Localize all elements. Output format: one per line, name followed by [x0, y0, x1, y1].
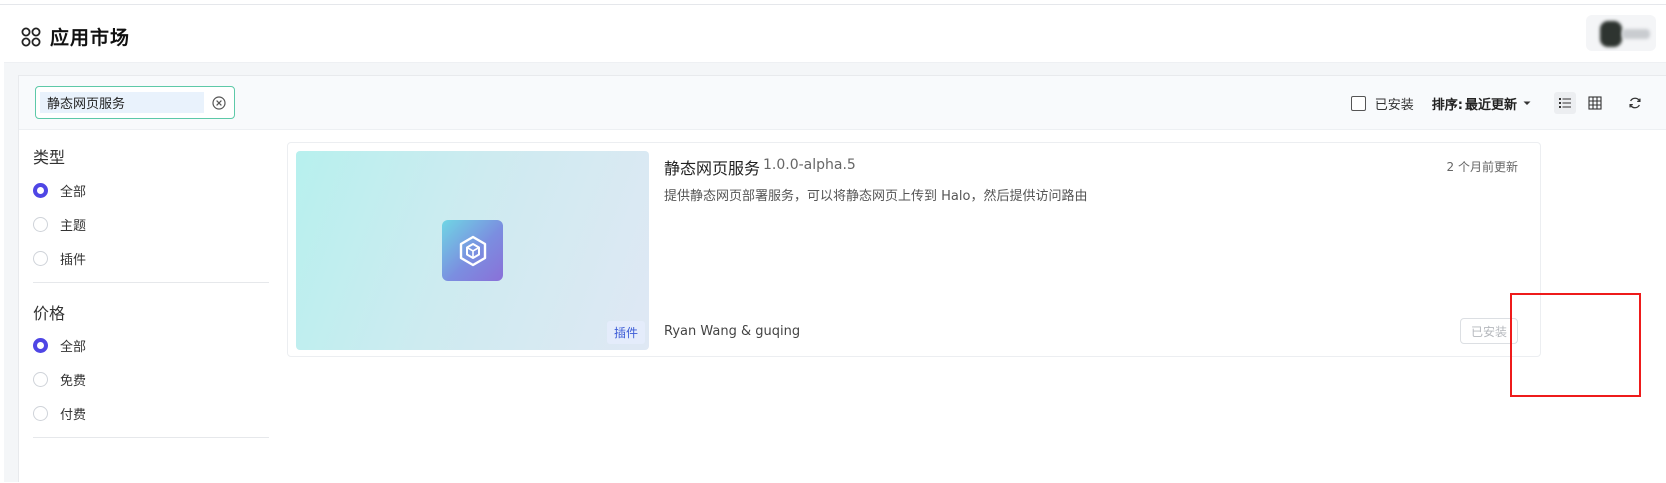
plugin-card[interactable]: 插件 静态网页服务 1.0.0-alpha.5 2 个月前更新 提供静态网页部署… [287, 142, 1541, 357]
caret-down-icon[interactable] [1522, 98, 1532, 108]
type-option-all[interactable]: 全部 [33, 181, 87, 200]
radio-label: 主题 [60, 218, 87, 234]
grid-view-icon [1588, 96, 1602, 110]
toolbar: 已安装 排序: 最近更新 [19, 76, 1666, 130]
market-panel: 已安装 排序: 最近更新 [18, 75, 1666, 482]
price-option-paid[interactable]: 付费 [33, 404, 87, 423]
search-box[interactable] [35, 86, 235, 119]
radio-button[interactable] [33, 182, 48, 198]
radio-label: 全部 [60, 339, 87, 355]
radio-button[interactable] [33, 405, 48, 421]
plugin-version: 1.0.0-alpha.5 [763, 157, 856, 173]
radio-label: 插件 [60, 252, 87, 268]
sort-label: 排序: [1431, 97, 1463, 113]
plugin-cover[interactable]: 插件 [296, 151, 649, 350]
price-filter-title: 价格 [33, 304, 66, 323]
filter-divider [33, 282, 269, 283]
app-market-page: 应用市场 已安装 排序: 最近更新 [0, 0, 1666, 482]
sort-dropdown[interactable]: 最近更新 [1465, 94, 1517, 113]
radio-label: 付费 [60, 407, 87, 423]
search-input[interactable] [40, 92, 204, 113]
plugin-updated-time: 2 个月前更新 [1446, 160, 1518, 174]
toolbar-actions: 已安装 排序: 最近更新 [1350, 92, 1646, 114]
radio-button[interactable] [33, 337, 48, 353]
radio-button[interactable] [33, 371, 48, 387]
type-option-plugin[interactable]: 插件 [33, 249, 87, 268]
cube-logo-icon [459, 235, 486, 266]
refresh-icon [1629, 97, 1641, 109]
list-view-icon [1559, 98, 1571, 108]
plugin-name[interactable]: 静态网页服务 [664, 155, 760, 179]
avatar-image [1600, 21, 1622, 47]
title-wrap: 应用市场 [20, 23, 130, 50]
installed-checkbox[interactable] [1350, 95, 1366, 111]
type-filter-title: 类型 [33, 148, 66, 167]
radio-label: 免费 [60, 373, 87, 389]
avatar-username [1622, 29, 1650, 39]
circle-x-icon[interactable] [212, 96, 226, 110]
radio-button[interactable] [33, 216, 48, 232]
price-option-all[interactable]: 全部 [33, 336, 87, 355]
page-title: 应用市场 [50, 27, 131, 49]
radio-button[interactable] [33, 250, 48, 266]
radio-label: 全部 [60, 184, 87, 200]
plugin-type-tag: 插件 [606, 321, 645, 344]
refresh-button[interactable] [1624, 92, 1646, 114]
filter-sidebar: 类型 全部 主题 插件 价格 全部 免费 付费 [33, 130, 269, 483]
plugin-logo [442, 220, 503, 281]
type-option-theme[interactable]: 主题 [33, 215, 87, 234]
price-option-free[interactable]: 免费 [33, 370, 87, 389]
installed-filter-label: 已安装 [1374, 97, 1414, 113]
filter-divider [33, 437, 269, 438]
highlight-annotation-box [1510, 293, 1641, 397]
page-header: 应用市场 [4, 5, 1666, 63]
grid-view-button[interactable] [1584, 92, 1606, 114]
plugin-author: Ryan Wang & guqing [664, 324, 801, 339]
plugin-description: 提供静态网页部署服务，可以将静态网页上传到 Halo，然后提供访问路由 [664, 189, 1088, 204]
user-avatar[interactable] [1586, 15, 1656, 51]
list-view-button[interactable] [1554, 92, 1576, 114]
apps-grid-icon [21, 27, 41, 46]
